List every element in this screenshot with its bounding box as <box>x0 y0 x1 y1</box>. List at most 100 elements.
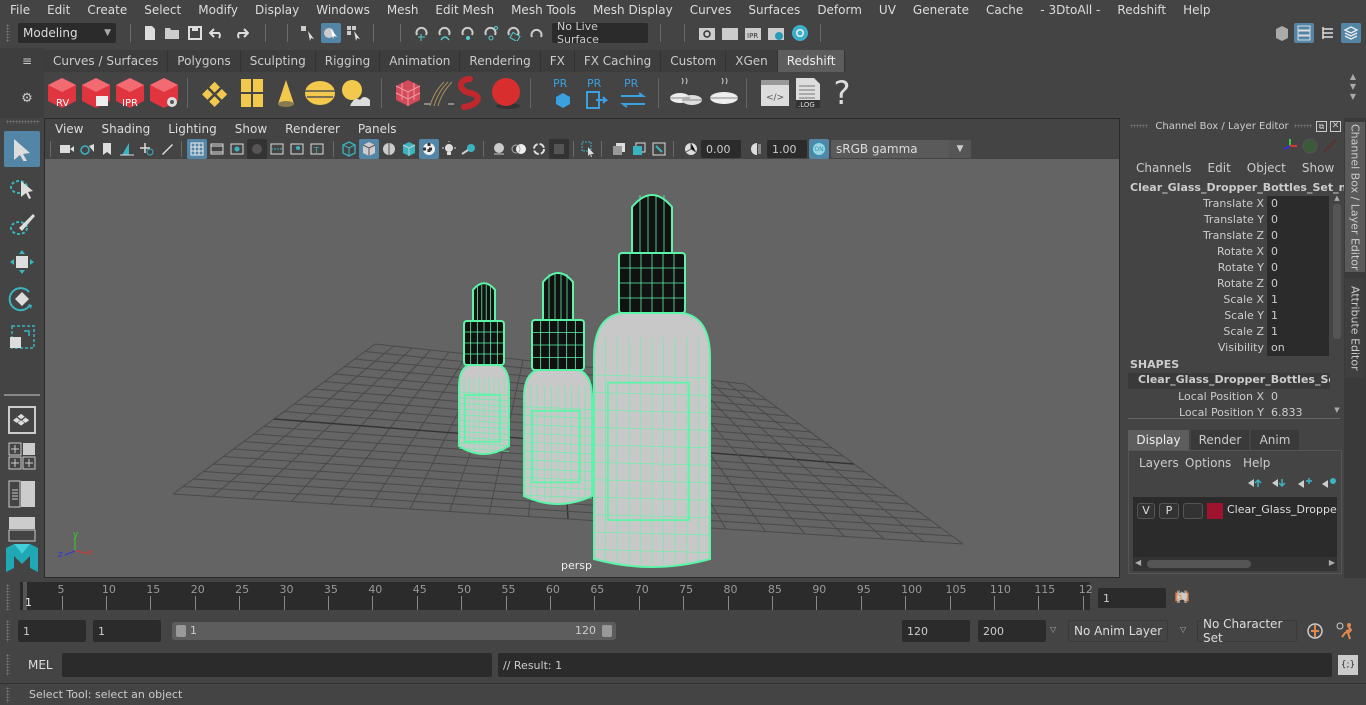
time-slider-grip[interactable] <box>6 584 10 610</box>
live-surface-field[interactable]: No Live Surface <box>552 20 648 46</box>
menu-uv[interactable]: UV <box>869 0 903 20</box>
menu-redshift[interactable]: Redshift <box>1107 0 1173 20</box>
snap-curve-icon[interactable] <box>435 23 455 43</box>
shape-node-name[interactable]: Clear_Glass_Dropper_Bottles_Set_... <box>1128 373 1330 389</box>
shelf-scroll[interactable]: ▲ ▼ ▼ <box>1346 72 1360 112</box>
range-start-handle[interactable] <box>176 625 186 637</box>
animation-start-field[interactable]: 1 <box>18 620 86 642</box>
menu-generate[interactable]: Generate <box>903 0 976 20</box>
lasso-tool-button[interactable] <box>4 171 40 205</box>
channel-label[interactable]: Visibility <box>1122 340 1267 356</box>
channel-label[interactable]: Scale Y <box>1122 308 1267 324</box>
new-scene-icon[interactable] <box>140 23 160 43</box>
channel-box-toggle-icon[interactable] <box>1294 23 1314 43</box>
color-management-toggle[interactable]: ON <box>809 139 829 159</box>
menu-3dtoall[interactable]: - 3DtoAll - <box>1030 0 1107 20</box>
rs-render-settings-button[interactable] <box>148 76 180 110</box>
channel-box-scrollbar[interactable]: ▲ ▼ <box>1332 194 1342 414</box>
character-set-chevron-icon[interactable]: ▽ <box>1180 625 1186 634</box>
channel-label[interactable]: Rotate X <box>1122 244 1267 260</box>
image-plane-icon[interactable] <box>117 139 137 159</box>
shelf-tab-xgen[interactable]: XGen <box>726 50 778 72</box>
channel-row[interactable]: Scale Y1 <box>1122 308 1332 324</box>
range-end-handle[interactable] <box>602 625 612 637</box>
smooth-shade-icon[interactable] <box>359 139 379 159</box>
rs-bake-set-button[interactable] <box>668 76 704 110</box>
exposure-icon[interactable] <box>681 139 701 159</box>
textured-icon[interactable] <box>419 139 439 159</box>
layer-tab-render[interactable]: Render <box>1191 430 1249 450</box>
channel-row[interactable]: Translate Z0 <box>1122 228 1332 244</box>
menu-help[interactable]: Help <box>1173 0 1217 20</box>
channel-row[interactable]: Translate X0 <box>1122 196 1332 212</box>
rotate-tool-button[interactable] <box>4 282 40 316</box>
pr-create-button[interactable]: PR <box>550 76 576 110</box>
menu-edit[interactable]: Edit <box>37 0 77 20</box>
layer-display-type-toggle[interactable] <box>1183 503 1203 519</box>
animation-end-field[interactable]: 200 <box>978 620 1046 642</box>
shelf-tab-rigging[interactable]: Rigging <box>315 50 381 72</box>
menu-modify[interactable]: Modify <box>188 0 245 20</box>
playback-start-field[interactable]: 1 <box>93 620 161 642</box>
render-settings-icon[interactable] <box>766 23 786 43</box>
wireframe-on-shaded-icon[interactable] <box>399 139 419 159</box>
layer-name[interactable]: Clear_Glass_Dropper_E <box>1227 503 1337 516</box>
viewport-menu-view[interactable]: View <box>45 122 91 136</box>
shelf-menu-arrow-icon[interactable]: ▼ <box>1346 92 1360 102</box>
panel-grip-right[interactable] <box>1294 124 1312 128</box>
channel-value[interactable]: 0 <box>1267 212 1329 228</box>
screen-space-ao-icon[interactable] <box>489 139 509 159</box>
toolbox-grip[interactable] <box>6 120 40 124</box>
ipr-render-icon[interactable]: IPR <box>743 23 763 43</box>
rs-bake-button[interactable] <box>706 76 740 110</box>
channel-label[interactable]: Translate Y <box>1122 212 1267 228</box>
channel-row[interactable]: Rotate Y0 <box>1122 260 1332 276</box>
move-layer-up-icon[interactable] <box>1247 477 1263 489</box>
channel-value[interactable]: 1 <box>1267 324 1329 340</box>
channel-value[interactable]: 0 <box>1267 228 1329 244</box>
menu-surfaces[interactable]: Surfaces <box>738 0 807 20</box>
shelf-scroll-down-icon[interactable]: ▼ <box>1346 82 1360 92</box>
viewport-menu-shading[interactable]: Shading <box>91 122 158 136</box>
manipulator-axes-icon[interactable] <box>1282 138 1298 154</box>
single-perspective-layout-button[interactable] <box>8 406 36 434</box>
rs-render-view-button[interactable]: RV <box>46 76 78 110</box>
grease-pencil-icon[interactable] <box>157 139 177 159</box>
rs-ipr-button[interactable]: IPR <box>114 76 146 110</box>
rs-sun-sky-button[interactable] <box>338 78 372 108</box>
shelf-tab-curves-surfaces[interactable]: Curves / Surfaces <box>44 50 169 72</box>
animation-preferences-icon[interactable] <box>1334 621 1356 641</box>
layer-row[interactable]: V P Clear_Glass_Dropper_E <box>1133 501 1337 521</box>
menu-windows[interactable]: Windows <box>306 0 377 20</box>
rs-sphere-button[interactable] <box>490 76 522 110</box>
exposure-field[interactable]: 0.00 <box>701 140 741 158</box>
color-space-dropdown[interactable]: sRGB gamma ▼ <box>831 140 971 158</box>
menu-mesh[interactable]: Mesh <box>377 0 426 20</box>
channel-row[interactable]: Rotate Z0 <box>1122 276 1332 292</box>
layer-playback-toggle[interactable]: P <box>1159 503 1179 519</box>
float-panel-icon[interactable]: ⧉ <box>1316 121 1327 132</box>
side-tab-attribute-editor[interactable]: Attribute Editor <box>1345 278 1365 378</box>
rs-volume-button[interactable] <box>456 76 484 110</box>
rs-help-button[interactable]: ? <box>830 74 854 112</box>
xray-icon[interactable] <box>609 139 629 159</box>
channels-menu[interactable]: Channels <box>1136 161 1192 175</box>
outliner-persp-layout-button[interactable] <box>8 480 36 508</box>
channel-label[interactable]: Translate Z <box>1122 228 1267 244</box>
isolate-select-icon[interactable] <box>579 139 599 159</box>
channel-row[interactable]: Visibility on <box>1122 340 1332 356</box>
range-slider[interactable]: 1 120 <box>172 622 616 640</box>
hyperbolic-toggle-icon[interactable] <box>1322 138 1338 154</box>
hypershade-icon[interactable] <box>790 23 810 43</box>
channel-row[interactable]: Translate Y0 <box>1122 212 1332 228</box>
selected-object-name[interactable]: Clear_Glass_Dropper_Bottles_Set_nc... <box>1130 181 1365 194</box>
menu-mesh-tools[interactable]: Mesh Tools <box>501 0 583 20</box>
layer-tab-anim[interactable]: Anim <box>1251 430 1299 450</box>
rs-script-editor-button[interactable]: </> <box>760 78 790 108</box>
channel-label[interactable]: Translate X <box>1122 196 1267 212</box>
channel-value[interactable]: 0 <box>1267 276 1329 292</box>
script-language-toggle[interactable]: MEL <box>28 658 53 672</box>
scale-tool-button[interactable] <box>4 319 40 353</box>
safe-title-icon[interactable]: T <box>307 139 327 159</box>
shadows-icon[interactable] <box>459 139 479 159</box>
